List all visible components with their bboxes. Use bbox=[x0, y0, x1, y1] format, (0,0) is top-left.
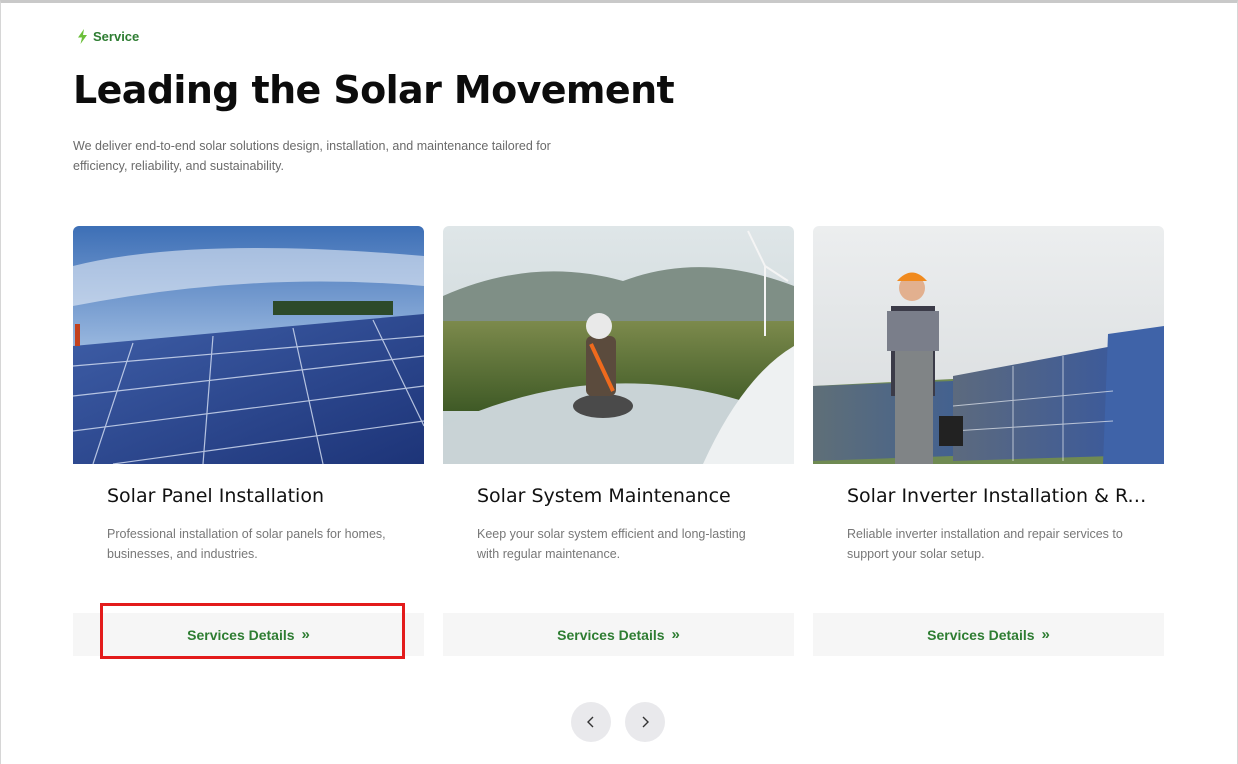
card-description: Reliable inverter installation and repai… bbox=[847, 527, 1123, 561]
card-title: Solar System Maintenance bbox=[477, 485, 731, 507]
chevron-left-icon bbox=[587, 716, 594, 728]
double-chevron-right-icon: » bbox=[1041, 626, 1050, 643]
solar-panel-installation-image bbox=[73, 226, 424, 464]
section-eyebrow: Service bbox=[77, 29, 139, 44]
card-description: Keep your solar system efficient and lon… bbox=[477, 527, 746, 561]
carousel-prev-button[interactable] bbox=[571, 702, 611, 742]
service-card-system-maintenance: Solar System Maintenance Keep your solar… bbox=[443, 226, 794, 656]
card-title: Solar Panel Installation bbox=[107, 485, 324, 507]
services-details-button[interactable]: Services Details » bbox=[443, 613, 794, 656]
section-description: We deliver end-to-end solar solutions de… bbox=[73, 139, 551, 173]
services-details-button[interactable]: Services Details » bbox=[813, 613, 1164, 656]
chevron-right-icon bbox=[642, 716, 649, 728]
solar-system-maintenance-image bbox=[443, 226, 794, 464]
service-card-inverter-installation: Solar Inverter Installation & Repair Rel… bbox=[813, 226, 1164, 656]
double-chevron-right-icon: » bbox=[671, 626, 680, 643]
button-label: Services Details bbox=[557, 626, 665, 643]
card-title: Solar Inverter Installation & Repair bbox=[847, 485, 1147, 507]
eyebrow-label: Service bbox=[93, 29, 140, 44]
solar-inverter-installation-image bbox=[813, 226, 1164, 464]
services-details-button[interactable]: Services Details » bbox=[73, 613, 424, 656]
double-chevron-right-icon: » bbox=[301, 626, 310, 643]
button-label: Services Details bbox=[927, 626, 1035, 643]
button-label: Services Details bbox=[187, 626, 295, 643]
card-description: Professional installation of solar panel… bbox=[107, 527, 386, 561]
service-card-panel-installation: Solar Panel Installation Professional in… bbox=[73, 226, 424, 656]
lightning-bolt-icon bbox=[78, 29, 87, 44]
section-title: Leading the Solar Movement bbox=[73, 68, 675, 112]
carousel-next-button[interactable] bbox=[625, 702, 665, 742]
